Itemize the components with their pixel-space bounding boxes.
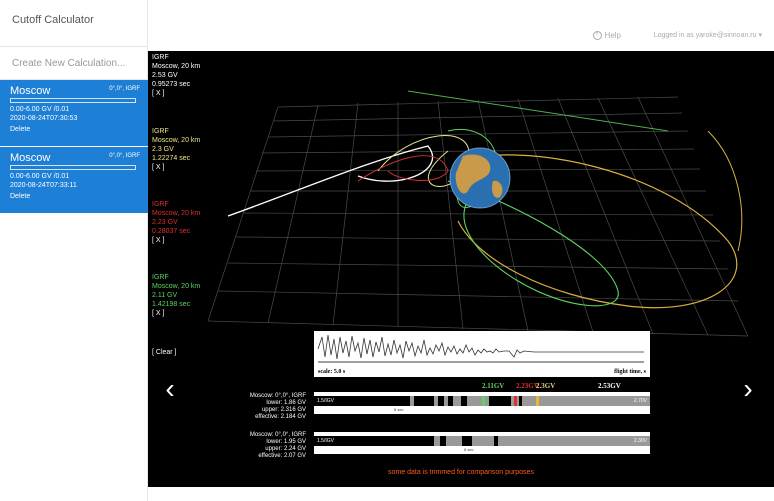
gv-marker-label: 2.3GV xyxy=(536,382,556,390)
calculation-date: 2020-08-24T07:33:11 xyxy=(10,182,77,189)
cutoff-right-gv: 2.30V xyxy=(633,438,647,444)
forbidden-band xyxy=(414,396,434,406)
flight-time-waveform xyxy=(317,334,644,363)
legend-model: IGRF xyxy=(152,274,169,281)
cutoff-row-title: Moscow: 0°,0°, IGRF xyxy=(249,432,306,438)
help-link[interactable]: ? Help xyxy=(592,31,621,41)
gv-marker-line xyxy=(514,396,517,406)
cutoff-left-gv: 1.5/IGV xyxy=(317,398,334,404)
legend-location: Moscow, 20 km xyxy=(152,283,201,290)
legend-location: Moscow, 20 km xyxy=(152,63,201,70)
legend-time: 0.95273 sec xyxy=(152,81,191,88)
calculation-params: 0.00-6.00 GV /0.01 xyxy=(10,106,70,113)
calculation-params: 0.00-6.00 GV /0.01 xyxy=(10,173,70,180)
legend-time: 0.28037 sec xyxy=(152,228,191,235)
legend-rigidity: 2.23 GV xyxy=(152,219,178,226)
calculation-name: Moscow xyxy=(10,152,51,164)
next-arrow-icon[interactable]: › xyxy=(738,373,758,405)
forbidden-band xyxy=(462,436,472,446)
top-bar: ? Help Logged in as yaroke@sinnoan.ru ▾ xyxy=(148,0,774,50)
help-label: Help xyxy=(604,31,621,40)
legend-entry: IGRF Moscow, 20 km 2.23 GV 0.28037 sec [… xyxy=(152,200,200,245)
progress-bar xyxy=(10,165,136,170)
legend-entry: IGRF Moscow, 20 km 2.11 GV 1.42198 sec [… xyxy=(152,273,200,318)
calculation-date: 2020-08-24T07:30:53 xyxy=(10,115,78,122)
cutoff-row-summary: Moscow: 0°,0°, IGRF lower: 1.95 GV upper… xyxy=(178,432,306,460)
calculation-item[interactable]: Moscow 0°,0°, IGRF 0.00-6.00 GV /0.01 20… xyxy=(0,147,148,213)
trajectory-scene[interactable] xyxy=(148,51,774,487)
earth-globe xyxy=(449,147,511,209)
forbidden-band xyxy=(461,396,467,406)
app-title: Cutoff Calculator xyxy=(12,14,94,26)
forbidden-band xyxy=(448,396,453,406)
legend-model: IGRF xyxy=(152,128,169,135)
cutoff-effective: effective: 2.184 GV xyxy=(255,414,306,420)
gv-marker-line xyxy=(536,396,539,406)
calculation-item[interactable]: Moscow 0°,0°, IGRF 0.00-6.00 GV /0.01 20… xyxy=(0,80,148,146)
cutoff-upper: upper: 2.24 GV xyxy=(265,446,306,452)
trajectory-viewer[interactable]: IGRF Moscow, 20 km 2.53 GV 0.95273 sec [… xyxy=(148,51,774,487)
delete-link[interactable]: Delete xyxy=(10,193,30,200)
prev-arrow-icon[interactable]: ‹ xyxy=(160,373,180,405)
legend-time: 1.22274 sec xyxy=(152,155,191,162)
gv-marker-label: 2.11GV xyxy=(482,382,505,390)
user-menu[interactable]: Logged in as yaroke@sinnoan.ru ▾ xyxy=(654,31,762,39)
cutoff-left-gv: 1.5/IGV xyxy=(317,438,334,444)
forbidden-band xyxy=(494,436,498,446)
legend-model: IGRF xyxy=(152,201,169,208)
legend-model: IGRF xyxy=(152,54,169,61)
cutoff-row-title: Moscow: 0°,0°, IGRF xyxy=(249,393,306,399)
forbidden-band xyxy=(519,396,522,406)
legend-rigidity: 2.3 GV xyxy=(152,146,174,153)
cutoff-scale-label: 8 sec xyxy=(464,447,474,452)
legend-location: Moscow, 20 km xyxy=(152,137,201,144)
gv-marker-line xyxy=(482,396,485,406)
gv-marker-label: 2.53GV xyxy=(598,382,621,390)
sidebar: Cutoff Calculator Create New Calculation… xyxy=(0,0,148,501)
cutoff-upper: upper: 2.316 GV xyxy=(261,407,306,413)
legend-remove-button[interactable]: [ X ] xyxy=(152,163,200,172)
calculation-tag: 0°,0°, IGRF xyxy=(109,153,140,159)
cutoff-lower: lower: 1.95 GV xyxy=(266,439,306,445)
forbidden-band xyxy=(438,396,444,406)
flight-time-panel: scale: 5.0 s flight time, s xyxy=(314,331,650,377)
clear-button[interactable]: [ Clear ] xyxy=(152,349,177,356)
legend-rigidity: 2.53 GV xyxy=(152,72,178,79)
legend-remove-button[interactable]: [ X ] xyxy=(152,309,200,318)
legend-remove-button[interactable]: [ X ] xyxy=(152,89,200,98)
forbidden-band xyxy=(489,396,511,406)
flight-time-label: flight time, s xyxy=(614,369,646,375)
cutoff-lower: lower: 1.86 GV xyxy=(266,400,306,406)
cutoff-row-summary: Moscow: 0°,0°, IGRF lower: 1.86 GV upper… xyxy=(178,393,306,421)
calculation-name: Moscow xyxy=(10,85,51,97)
calculation-tag: 0°,0°, IGRF xyxy=(109,86,140,92)
flight-scale-label: scale: 5.0 s xyxy=(318,369,346,375)
legend-remove-button[interactable]: [ X ] xyxy=(152,236,200,245)
cutoff-right-gv: 2.70V xyxy=(633,398,647,404)
cutoff-scale-label: 8 sec xyxy=(394,407,404,412)
forbidden-band xyxy=(440,436,446,446)
delete-link[interactable]: Delete xyxy=(10,126,30,133)
legend-entry: IGRF Moscow, 20 km 2.3 GV 1.22274 sec [ … xyxy=(152,127,200,172)
trim-note: some data is trimmed for comparison purp… xyxy=(388,469,534,476)
cutoff-bar: 1.5/IGV 2.30V 8 sec xyxy=(314,432,650,454)
create-calculation-link[interactable]: Create New Calculation... xyxy=(12,58,125,69)
legend-rigidity: 2.11 GV xyxy=(152,292,178,299)
legend-location: Moscow, 20 km xyxy=(152,210,201,217)
help-icon: ? xyxy=(592,31,602,41)
cutoff-bar: 1.5/IGV 2.70V 8 sec xyxy=(314,392,650,414)
cutoff-effective: effective: 2.07 GV xyxy=(258,453,306,459)
divider xyxy=(0,46,148,47)
legend-entry: IGRF Moscow, 20 km 2.53 GV 0.95273 sec [… xyxy=(152,53,200,98)
legend-time: 1.42198 sec xyxy=(152,301,191,308)
progress-bar xyxy=(10,98,136,103)
